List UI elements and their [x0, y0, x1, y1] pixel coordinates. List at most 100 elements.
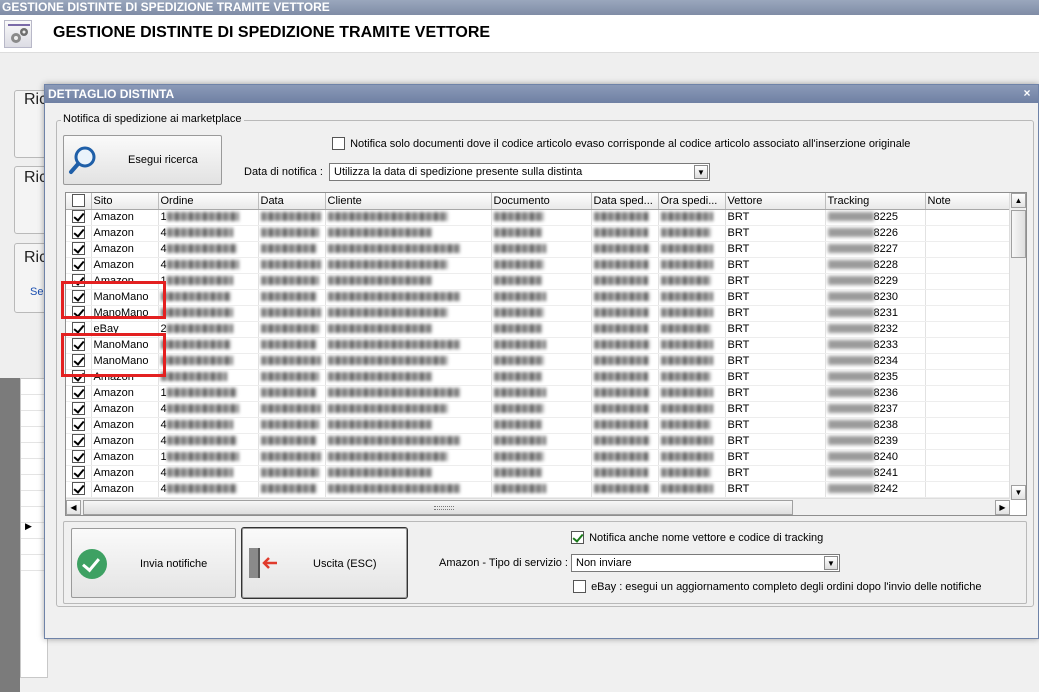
close-icon[interactable]: ×: [1019, 86, 1035, 101]
app-header: GESTIONE DISTINTE DI SPEDIZIONE TRAMITE …: [0, 15, 1039, 53]
cell-note: [925, 417, 1011, 434]
column-header-documento[interactable]: Documento: [491, 193, 592, 210]
cell-ora-spedizione: [658, 465, 726, 482]
cell-ora-spedizione: [658, 305, 726, 322]
select-all-checkbox[interactable]: [71, 194, 85, 208]
ebay-update-check[interactable]: eBay : esegui un aggiornamento completo …: [573, 580, 981, 593]
scroll-up-icon[interactable]: ▲: [1011, 193, 1026, 208]
main-window-title: GESTIONE DISTINTE DI SPEDIZIONE TRAMITE …: [2, 0, 330, 14]
send-notifications-button[interactable]: Invia notifiche: [71, 528, 236, 598]
table-row[interactable]: ManoMano BRT 8233: [66, 337, 1011, 354]
cell-sito: Amazon: [91, 481, 159, 498]
scroll-down-icon[interactable]: ▼: [1011, 485, 1026, 500]
table-row[interactable]: Amazon 4 BRT 8238: [66, 417, 1011, 434]
cell-data-spedizione: [591, 481, 659, 498]
cell-cliente: [325, 401, 492, 418]
only-matching-checkbox[interactable]: [332, 137, 345, 150]
column-header-data-spedizione[interactable]: Data sped...: [591, 193, 659, 210]
column-header-data[interactable]: Data: [258, 193, 326, 210]
bg-link[interactable]: Se: [30, 286, 43, 298]
row-checkbox[interactable]: [71, 226, 85, 240]
row-checkbox[interactable]: [71, 402, 85, 416]
table-row[interactable]: Amazon 4 BRT 8228: [66, 257, 1011, 274]
cell-ora-spedizione: [658, 321, 726, 338]
table-row[interactable]: Amazon 4 BRT 8227: [66, 241, 1011, 258]
tracking-suffix: 8227: [873, 242, 898, 255]
table-row[interactable]: ManoMano BRT 8234: [66, 353, 1011, 370]
cell-note: [925, 433, 1011, 450]
row-checkbox[interactable]: [71, 434, 85, 448]
scroll-right-icon[interactable]: ▶: [995, 500, 1010, 515]
cell-documento: [491, 465, 592, 482]
cell-data: [258, 241, 326, 258]
column-header-cliente[interactable]: Cliente: [325, 193, 492, 210]
notify-carrier-checkbox[interactable]: [571, 531, 584, 544]
table-row[interactable]: ManoMano BRT 8231: [66, 305, 1011, 322]
vertical-scrollbar[interactable]: ▲ ▼: [1009, 193, 1026, 500]
row-checkbox[interactable]: [71, 450, 85, 464]
table-row[interactable]: Amazon 1 BRT 8240: [66, 449, 1011, 466]
cell-note: [925, 209, 1011, 226]
tracking-suffix: 8230: [873, 290, 898, 303]
chevron-down-icon[interactable]: ▼: [694, 165, 708, 179]
only-matching-label: Notifica solo documenti dove il codice a…: [350, 137, 911, 150]
cell-tracking: 8235: [825, 369, 926, 386]
horizontal-scroll-thumb[interactable]: [83, 500, 793, 515]
vertical-scroll-thumb[interactable]: [1011, 210, 1026, 258]
table-row[interactable]: Amazon BRT 8235: [66, 369, 1011, 386]
cell-data-spedizione: [591, 369, 659, 386]
data-notifica-select[interactable]: Utilizza la data di spedizione presente …: [329, 163, 710, 181]
cell-vettore: BRT: [725, 241, 826, 258]
row-checkbox[interactable]: [71, 418, 85, 432]
send-notifications-label: Invia notifiche: [140, 558, 208, 570]
row-checkbox[interactable]: [71, 242, 85, 256]
only-matching-check[interactable]: Notifica solo documenti dove il codice a…: [332, 137, 910, 150]
row-checkbox[interactable]: [71, 466, 85, 480]
table-row[interactable]: Amazon 1 BRT 8229: [66, 273, 1011, 290]
cell-vettore: BRT: [725, 257, 826, 274]
row-checkbox[interactable]: [71, 482, 85, 496]
amazon-service-value: Non inviare: [576, 557, 632, 569]
column-header-tracking[interactable]: Tracking: [825, 193, 926, 210]
amazon-service-select[interactable]: Non inviare ▼: [571, 554, 840, 572]
detail-dialog: DETTAGLIO DISTINTA × Notifica di spedizi…: [44, 84, 1039, 639]
search-button[interactable]: Esegui ricerca: [63, 135, 222, 185]
cell-tracking: 8240: [825, 449, 926, 466]
table-row[interactable]: Amazon 1 BRT 8236: [66, 385, 1011, 402]
row-checkbox[interactable]: [71, 386, 85, 400]
table-row[interactable]: Amazon 4 BRT 8237: [66, 401, 1011, 418]
row-select-cell: [66, 257, 92, 274]
column-header-ora-spedizione[interactable]: Ora spedi...: [658, 193, 726, 210]
highlight-box: [61, 333, 166, 377]
chevron-down-icon[interactable]: ▼: [824, 556, 838, 570]
select-all-header[interactable]: [66, 193, 92, 210]
row-checkbox[interactable]: [71, 258, 85, 272]
cell-tracking: 8229: [825, 273, 926, 290]
column-header-note[interactable]: Note: [925, 193, 1011, 210]
table-row[interactable]: Amazon 4 BRT 8242: [66, 481, 1011, 498]
table-row[interactable]: Amazon 1 BRT 8225: [66, 209, 1011, 226]
column-header-vettore[interactable]: Vettore: [725, 193, 826, 210]
notify-carrier-check[interactable]: Notifica anche nome vettore e codice di …: [571, 531, 823, 544]
table-row[interactable]: Amazon 4 BRT 8226: [66, 225, 1011, 242]
ebay-update-checkbox[interactable]: [573, 580, 586, 593]
cell-ora-spedizione: [658, 369, 726, 386]
table-row[interactable]: Amazon 4 BRT 8241: [66, 465, 1011, 482]
scroll-left-icon[interactable]: ◀: [66, 500, 81, 515]
cell-ora-spedizione: [658, 417, 726, 434]
table-row[interactable]: eBay 2 BRT 8232: [66, 321, 1011, 338]
cell-note: [925, 273, 1011, 290]
row-select-cell: [66, 209, 92, 226]
dialog-title: DETTAGLIO DISTINTA: [48, 87, 175, 101]
horizontal-scrollbar[interactable]: ◀ ▶: [66, 498, 1010, 515]
table-row[interactable]: Amazon 4 BRT 8239: [66, 433, 1011, 450]
column-header-ordine[interactable]: Ordine: [158, 193, 259, 210]
exit-button[interactable]: Uscita (ESC): [241, 527, 408, 599]
table-row[interactable]: ManoMano BRT 8230: [66, 289, 1011, 306]
cell-ora-spedizione: [658, 337, 726, 354]
column-header-sito[interactable]: Sito: [91, 193, 159, 210]
row-checkbox[interactable]: [71, 210, 85, 224]
magnifier-icon: [69, 146, 96, 174]
cell-ora-spedizione: [658, 273, 726, 290]
cell-documento: [491, 433, 592, 450]
